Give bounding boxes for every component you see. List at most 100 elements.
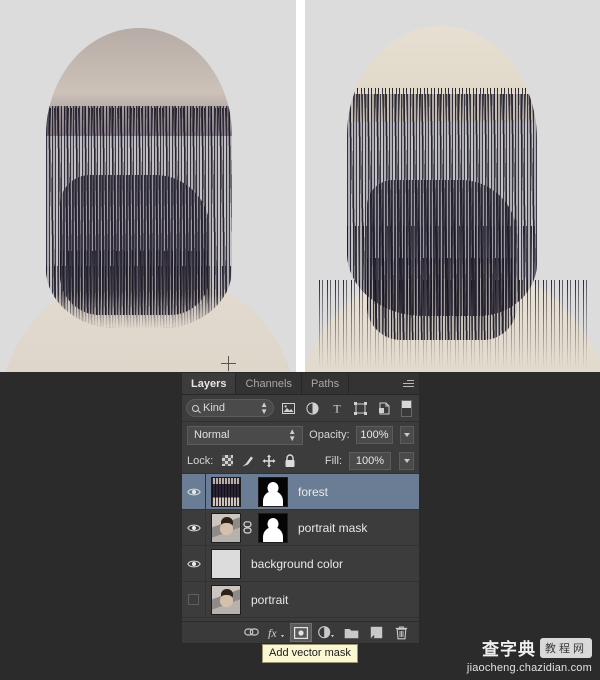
layer-row-background-color[interactable]: background color [182, 545, 419, 582]
layer-mask-thumbnail-portrait-mask[interactable] [258, 512, 288, 543]
chevron-down-icon [404, 433, 411, 437]
layer-thumbnail-forest[interactable] [211, 476, 241, 507]
type-layer-filter-icon[interactable]: T [327, 399, 346, 418]
new-group-button[interactable] [340, 623, 362, 642]
link-icon [243, 521, 252, 534]
checkerboard-icon [221, 455, 233, 466]
fill-value: 100% [355, 454, 385, 467]
svg-text:T: T [333, 402, 341, 414]
blend-mode-value: Normal [194, 429, 230, 441]
artwork-left[interactable] [0, 0, 296, 372]
layer-row-portrait-mask[interactable]: portrait mask [182, 509, 419, 546]
eye-icon [186, 488, 201, 495]
layer-name-background-color[interactable]: background color [251, 557, 343, 571]
tab-paths[interactable]: Paths [301, 373, 350, 394]
layer-name-forest[interactable]: forest [298, 485, 328, 499]
photoshop-workspace: Layers Channels Paths Kind ▲ ▼ T Normal … [0, 372, 600, 680]
lock-transparent-pixels-icon[interactable] [220, 454, 234, 468]
panel-tab-bar: Layers Channels Paths [182, 373, 419, 395]
watermark-brand: 查字典 [482, 640, 536, 660]
mask-bust-shape [263, 526, 283, 542]
mask-selection-corner [259, 503, 262, 506]
filter-toggle-switch[interactable] [401, 399, 412, 417]
canvas-area [0, 0, 600, 372]
smart-object-filter-icon[interactable] [375, 399, 394, 418]
watermark-brand-box: 教程网 [540, 637, 592, 658]
layers-list[interactable]: forest portrait mask background color po… [182, 474, 419, 621]
blend-mode-select[interactable]: Normal ▲ ▼ [187, 425, 304, 445]
folder-icon [344, 628, 358, 638]
layer-thumbnail-portrait-mask[interactable] [211, 512, 241, 543]
layer-visibility-toggle-portrait-mask[interactable] [182, 509, 206, 546]
add-mask-icon [294, 626, 308, 639]
blend-mode-stepper-icon: ▲ ▼ [288, 427, 297, 443]
eye-off-icon [188, 594, 199, 605]
layer-visibility-toggle-forest[interactable] [182, 474, 206, 510]
fill-input[interactable]: 100% [349, 451, 391, 470]
add-layer-mask-button[interactable] [290, 623, 312, 642]
layer-visibility-toggle-portrait[interactable] [182, 581, 206, 618]
new-layer-button[interactable] [365, 623, 387, 642]
fill-label: Fill: [324, 454, 342, 467]
adjustment-layer-filter-icon[interactable] [303, 399, 322, 418]
layer-name-portrait[interactable]: portrait [251, 593, 288, 607]
watermark-url: jiaocheng.chazidian.com [466, 662, 592, 674]
filter-kind-select[interactable]: Kind ▲ ▼ [186, 399, 274, 417]
tooltip-text: Add vector mask [269, 647, 351, 659]
adjustment-circle-icon [317, 626, 334, 639]
canvas-gap [296, 0, 305, 372]
chevron-down-icon [403, 458, 410, 463]
lock-row: Lock: Fill: 100% [182, 448, 419, 474]
eye-icon [186, 560, 201, 567]
fx-icon: fx [268, 626, 284, 639]
mask-bust-shape [263, 490, 283, 506]
layer-name-portrait-mask[interactable]: portrait mask [298, 521, 367, 535]
svg-text:fx: fx [268, 626, 277, 639]
layer-filter-row: Kind ▲ ▼ T [182, 395, 419, 422]
layer-style-button[interactable]: fx [265, 623, 287, 642]
shape-layer-filter-icon[interactable] [351, 399, 370, 418]
lock-position-icon[interactable] [262, 454, 276, 468]
mask-selection-corner [284, 503, 287, 506]
delete-layer-button[interactable] [390, 623, 412, 642]
new-fill-adjustment-button[interactable] [315, 623, 337, 642]
layers-panel: Layers Channels Paths Kind ▲ ▼ T Normal … [181, 372, 420, 644]
trash-icon [395, 625, 407, 639]
tab-layers[interactable]: Layers [182, 373, 237, 394]
layer-thumbnail-background-color[interactable] [211, 548, 241, 579]
artwork-right[interactable] [305, 0, 600, 372]
search-icon [192, 404, 199, 412]
layer-visibility-toggle-background-color[interactable] [182, 545, 206, 582]
opacity-label: Opacity: [309, 429, 350, 441]
opacity-input[interactable]: 100% [355, 426, 394, 444]
lock-all-icon[interactable] [283, 453, 297, 468]
layer-mask-thumbnail-forest[interactable] [258, 476, 288, 507]
panel-menu-icon[interactable] [397, 373, 419, 394]
tab-channels[interactable]: Channels [236, 373, 302, 394]
watermark: 查字典 教程网 jiaocheng.chazidian.com [467, 635, 592, 674]
blend-mode-row: Normal ▲ ▼ Opacity: 100% [182, 422, 419, 448]
link-indicator-portrait-mask[interactable] [241, 521, 254, 534]
link-icon [243, 628, 259, 636]
mask-selection-corner [259, 478, 262, 481]
layer-thumbnail-portrait[interactable] [211, 584, 241, 615]
hamburger-icon [402, 378, 414, 389]
layers-panel-button-bar: fx [182, 621, 419, 643]
fill-dropdown-button[interactable] [399, 451, 414, 470]
stepper-icon: ▲ ▼ [260, 400, 268, 416]
screenshot-root: Layers Channels Paths Kind ▲ ▼ T Normal … [0, 0, 600, 680]
opacity-value: 100% [360, 429, 389, 441]
layer-row-portrait[interactable]: portrait [182, 581, 419, 618]
tab-paths-label: Paths [310, 377, 340, 390]
mask-selection-corner [284, 478, 287, 481]
new-layer-icon [370, 626, 382, 639]
lock-label: Lock: [187, 454, 214, 467]
link-layers-button[interactable] [240, 623, 262, 642]
pixel-layer-filter-icon[interactable] [279, 399, 298, 418]
tooltip: Add vector mask [262, 644, 358, 663]
tab-layers-label: Layers [191, 377, 227, 390]
opacity-dropdown-button[interactable] [400, 426, 415, 444]
lock-image-pixels-icon[interactable] [241, 454, 255, 468]
tab-channels-label: Channels [245, 377, 292, 390]
layer-row-forest[interactable]: forest [182, 474, 419, 510]
